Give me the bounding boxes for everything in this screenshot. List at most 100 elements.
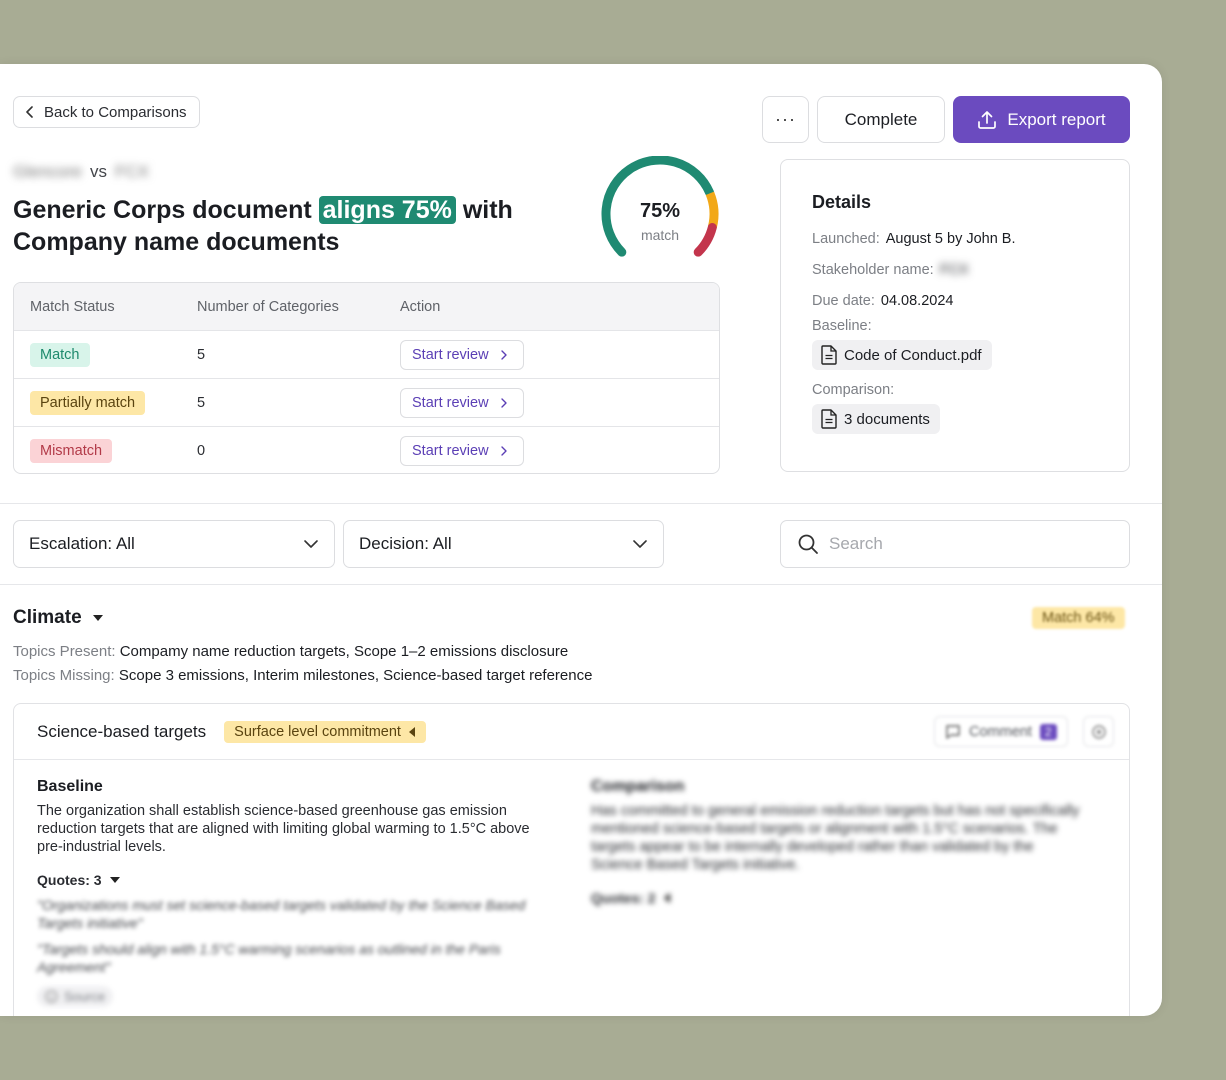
comparison-files-count: 3 documents [844,410,930,428]
baseline-quotes-toggle[interactable]: Quotes: 3 [37,872,557,888]
gauge-readout: 75% match [596,200,724,243]
chevron-right-icon [500,397,507,408]
baseline-file-name: Code of Conduct.pdf [844,346,982,364]
start-review-label: Start review [412,442,489,459]
category-count: 5 [197,394,206,411]
comment-count-badge: 2 [1039,723,1057,740]
quote-item: "Targets should align with 1.5°C warming… [37,941,501,975]
chevron-down-icon [633,540,647,548]
comparison-text: Has committed to general emission reduct… [591,803,1080,873]
header-match-status: Match Status [30,298,115,315]
back-label: Back to Comparisons [44,103,187,121]
baseline-column: Baseline The organization shall establis… [37,778,557,1008]
section-toggle-climate[interactable]: Climate [13,607,104,629]
headline-pre: Generic Corps document [13,196,312,224]
status-badge-match: Match [30,342,90,367]
search-icon [798,534,818,554]
source-label: Source [64,989,106,1004]
comparison-report-card: Back to Comparisons ··· Complete Export … [0,64,1162,1016]
chevron-right-icon [500,445,507,456]
status-badge-mismatch: Mismatch [30,438,113,463]
commitment-badge-label: Surface level commitment [234,723,401,740]
section-match-badge: Match 64% [1032,607,1125,629]
start-review-button[interactable]: Start review [400,435,524,466]
table-header: Match Status Number of Categories Action [14,283,719,330]
due-date-label: Due date: [812,292,875,309]
search-input[interactable]: Search [780,520,1130,568]
baseline-file-chip[interactable]: Code of Conduct.pdf [812,340,992,370]
document-icon [821,345,837,365]
comparison-quotes-label: Quotes: 2 [591,890,656,906]
launched-value: August 5 by John B. [885,230,1016,247]
chevron-left-icon [26,106,33,118]
header-number-of-categories: Number of Categories [197,298,339,315]
start-review-button[interactable]: Start review [400,387,524,418]
launched-row: Launched: August 5 by John B. [812,223,1098,254]
left-company-name: Glencore [13,162,82,181]
comparison-quotes-toggle[interactable]: Quotes: 2 [591,890,1081,906]
caret-down-icon [92,615,103,621]
decision-filter-value: Decision: All [359,534,452,553]
caret-left-icon [663,893,670,903]
start-review-button[interactable]: Start review [400,339,524,370]
divider [0,503,1162,504]
baseline-label: Baseline: [812,318,872,334]
due-date-value: 04.08.2024 [880,292,954,309]
document-icon [821,409,837,429]
comparison-heading: Comparison [591,778,685,795]
escalation-filter-value: Escalation: All [29,534,135,553]
start-review-label: Start review [412,394,489,411]
table-row: Match 5 Start review [14,330,719,378]
more-options-button[interactable]: ··· [762,96,809,143]
page-title: Generic Corps document aligns 75% with C… [13,194,573,258]
export-report-button[interactable]: Export report [953,96,1130,143]
escalation-filter-select[interactable]: Escalation: All [13,520,335,568]
category-count: 0 [197,442,206,459]
caret-left-icon [408,726,415,737]
header-action: Action [400,298,441,315]
status-badge-partial: Partially match [30,390,146,415]
complete-button[interactable]: Complete [817,96,945,143]
back-to-comparisons-button[interactable]: Back to Comparisons [13,96,200,128]
details-title: Details [812,192,872,212]
complete-label: Complete [844,109,918,129]
comparison-column: Comparison Has committed to general emis… [591,778,1081,906]
comparison-files-chip[interactable]: 3 documents [812,404,940,434]
vs-label: vs [89,162,107,181]
topics-present: Topics Present: Compamy name reduction t… [13,643,568,660]
baseline-text: The organization shall establish science… [37,803,530,855]
right-company-name: FCX [114,162,149,181]
comment-button[interactable]: Comment 2 [934,716,1068,747]
comment-icon [946,724,960,739]
export-label: Export report [1007,109,1106,129]
caret-down-icon [109,877,120,883]
chevron-down-icon [304,540,318,548]
topics-missing: Topics Missing: Scope 3 emissions, Inter… [13,667,592,684]
topic-title: Science-based targets [37,721,207,741]
topic-card: Science-based targets Surface level comm… [13,703,1130,1016]
chevron-right-icon [500,349,507,360]
gauge-percent: 75% [639,200,681,222]
baseline-heading: Baseline [37,778,103,795]
settings-button[interactable] [1083,716,1114,747]
settings-icon [1091,724,1106,739]
baseline-quotes-label: Quotes: 3 [37,872,102,888]
launched-label: Launched: [812,230,880,247]
stakeholder-label: Stakeholder name: [812,261,934,278]
table-row: Partially match 5 Start review [14,378,719,426]
commitment-badge[interactable]: Surface level commitment [224,720,426,743]
start-review-label: Start review [412,346,489,363]
match-status-table: Match Status Number of Categories Action… [13,282,720,474]
topic-card-header: Science-based targets Surface level comm… [14,704,1129,760]
topics-missing-value: Scope 3 emissions, Interim milestones, S… [118,667,593,684]
category-count: 5 [197,346,206,363]
topics-missing-label: Topics Missing: [13,667,115,684]
comment-label: Comment [969,723,1032,740]
upload-icon [978,110,997,129]
comparison-label: Comparison: [812,382,895,398]
source-chip[interactable]: Source [37,986,114,1007]
divider [0,584,1162,585]
decision-filter-select[interactable]: Decision: All [343,520,664,568]
due-date-row: Due date: 04.08.2024 [812,285,1098,316]
topics-present-label: Topics Present: [13,643,116,660]
